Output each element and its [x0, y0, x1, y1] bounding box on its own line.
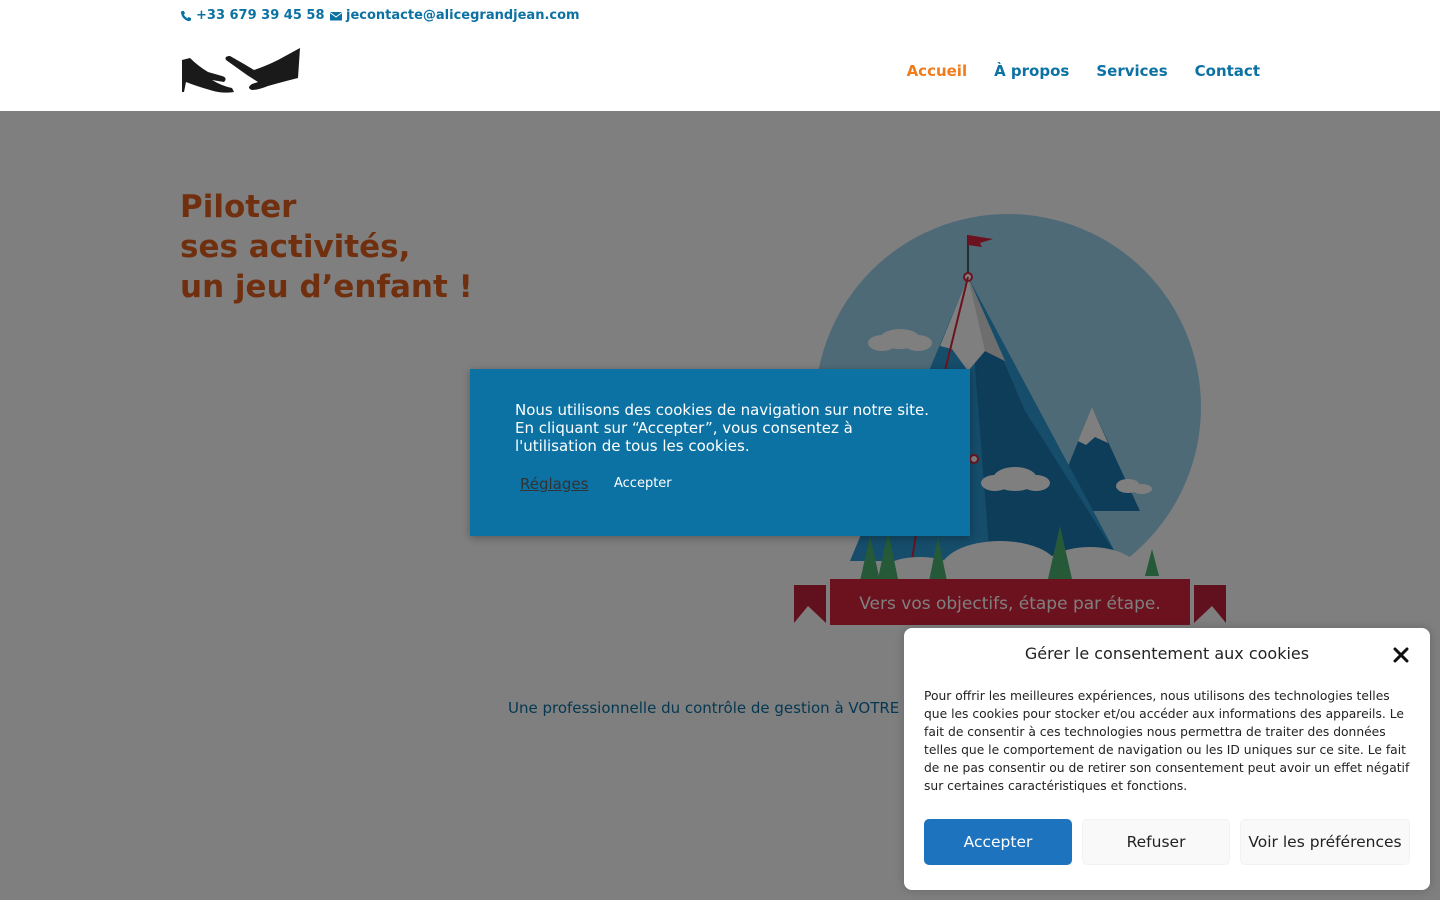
- consent-refuse-button[interactable]: Refuser: [1082, 819, 1230, 865]
- cookie-settings-link[interactable]: Réglages: [520, 475, 588, 493]
- consent-accept-button[interactable]: Accepter: [924, 819, 1072, 865]
- cookie-notice-message: Nous utilisons des cookies de navigation…: [515, 401, 930, 455]
- handshake-logo[interactable]: [182, 46, 300, 96]
- email-link[interactable]: jecontacte@alicegrandjean.com: [330, 8, 580, 23]
- nav-services[interactable]: Services: [1096, 62, 1167, 80]
- nav-a-propos[interactable]: À propos: [994, 62, 1069, 80]
- top-bar: +33 679 39 45 58 jecontacte@alicegrandje…: [0, 0, 1440, 32]
- envelope-icon: [330, 11, 342, 20]
- consent-dialog-title: Gérer le consentement aux cookies: [1024, 644, 1310, 663]
- cookie-notice: Nous utilisons des cookies de navigation…: [470, 369, 970, 536]
- main-nav: Accueil À propos Services Contact: [907, 62, 1260, 80]
- nav-accueil[interactable]: Accueil: [907, 62, 968, 80]
- cookie-consent-dialog: Gérer le consentement aux cookies Pour o…: [904, 628, 1430, 890]
- site-header: Accueil À propos Services Contact: [0, 32, 1440, 111]
- email-address: jecontacte@alicegrandjean.com: [346, 8, 580, 23]
- phone-number: +33 679 39 45 58: [196, 8, 325, 23]
- consent-preferences-button[interactable]: Voir les préférences: [1240, 819, 1410, 865]
- close-icon[interactable]: [1392, 646, 1410, 664]
- phone-link[interactable]: +33 679 39 45 58: [180, 8, 325, 23]
- nav-contact[interactable]: Contact: [1195, 62, 1260, 80]
- consent-dialog-body: Pour offrir les meilleures expériences, …: [924, 689, 1410, 793]
- phone-icon: [180, 10, 191, 21]
- cookie-accept-link[interactable]: Accepter: [614, 476, 672, 491]
